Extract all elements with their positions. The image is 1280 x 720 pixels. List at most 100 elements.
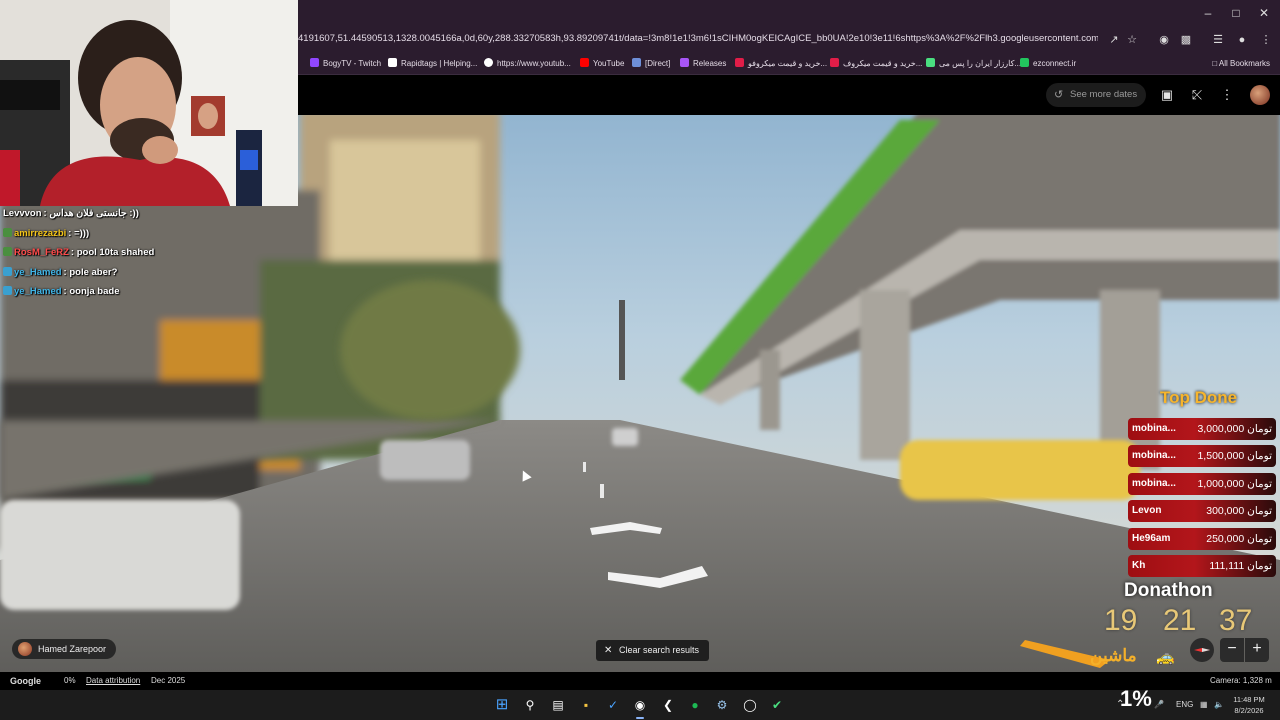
bookmark-item[interactable]: خرید و قیمت میکروفو... — [735, 57, 827, 71]
fullscreen-icon[interactable]: ▣ — [1158, 86, 1176, 104]
bookmark-favicon-icon — [388, 58, 397, 67]
more-options-icon[interactable]: ⋮ — [1218, 86, 1236, 104]
bookmark-item[interactable]: ezconnect.ir — [1020, 57, 1076, 71]
steam-icon[interactable]: ⚙ — [713, 696, 731, 714]
chat-message: amirrezazbi: =))) — [3, 224, 293, 244]
obs-icon[interactable]: ◯ — [741, 696, 759, 714]
chat-username: RosM_FeRZ — [14, 247, 69, 258]
windows-taskbar: ⊞ ⚲ ▤ ▪ ✓ ◉ ❮ ● ⚙ ◯ ✔ ⌃ 🎤 ENG ▦ 🔈 — [0, 690, 1280, 720]
minimize-button[interactable]: – — [1194, 4, 1222, 22]
bookmark-item[interactable]: BogyTV - Twitch — [310, 57, 381, 71]
donation-row: Kh 111,111 تومان — [1128, 554, 1276, 577]
car-goal-label: ماشین — [1090, 646, 1137, 665]
avatar — [18, 642, 32, 656]
bookmark-favicon-icon — [735, 58, 744, 67]
chat-text: : oonja bade — [63, 286, 120, 297]
address-bar: 4191607,51.44590513,1328.0045166a,0d,60y… — [298, 26, 1280, 53]
avatar[interactable] — [1250, 85, 1270, 105]
bookmark-favicon-icon — [926, 58, 935, 67]
donor-name: mobina... — [1132, 477, 1176, 489]
bookmark-item[interactable]: Rapidtags | Helping... — [388, 57, 477, 71]
bookmark-item[interactable]: https://www.youtub... — [484, 57, 571, 71]
chat-username: amirrezazbi — [14, 227, 67, 239]
chat-text: : =))) — [68, 227, 90, 239]
close-button[interactable]: ✕ — [1250, 4, 1278, 22]
app-icon[interactable]: ✔ — [768, 696, 786, 714]
search-icon[interactable]: ⚲ — [521, 696, 539, 714]
data-attribution-link[interactable]: Data attribution — [86, 672, 140, 690]
bookmark-favicon-icon — [632, 58, 641, 67]
donation-list: mobina... 3,000,000 تومان mobina... 1,500,… — [1128, 418, 1276, 582]
camera-altitude: Camera: 1,328 m — [1210, 676, 1272, 685]
chat-message: Levvvon: جانستی فلان هداس :)) — [3, 204, 293, 224]
chat-text: : pool 10ta shahed — [70, 247, 155, 258]
bookmark-favicon-icon — [484, 58, 493, 67]
car-icon: 🚕 — [1156, 649, 1175, 666]
donation-amount: 1,000,000 تومان — [1197, 477, 1272, 490]
imagery-date: Dec 2025 — [151, 676, 186, 685]
system-clock[interactable]: 11:48 PM 8/2/2026 — [1228, 694, 1270, 716]
bookmarks-bar: BogyTV - Twitch Rapidtags | Helping... h… — [298, 53, 1280, 75]
chrome-icon[interactable]: ◉ — [631, 696, 649, 714]
donation-row: mobina... 3,000,000 تومان — [1128, 418, 1276, 440]
volume-icon[interactable]: 🔈 — [1214, 690, 1224, 720]
folder-icon: □ — [1212, 59, 1219, 68]
task-view-icon[interactable]: ▤ — [549, 696, 567, 714]
windows-start-icon[interactable]: ⊞ — [493, 696, 511, 714]
bookmark-item[interactable]: YouTube — [580, 57, 624, 71]
share-page-icon[interactable]: ↗ — [1106, 32, 1122, 48]
donathon-timer-minutes: 21 — [1163, 604, 1197, 637]
compass-icon[interactable] — [1190, 638, 1214, 662]
active-app-indicator — [636, 717, 644, 719]
clear-search-results-button[interactable]: ✕ Clear search results — [596, 640, 710, 661]
extensions-icon[interactable]: ▩ — [1178, 32, 1194, 48]
app-icon[interactable]: ❮ — [659, 696, 677, 714]
clock-time: 11:48 PM — [1233, 695, 1265, 704]
photo-contributor-chip[interactable]: Hamed Zarepoor — [12, 639, 117, 659]
bookmark-favicon-icon — [830, 58, 839, 67]
browser-menu-icon[interactable]: ⋮ — [1258, 32, 1274, 48]
browser-title-bar: – □ ✕ — [298, 0, 1280, 26]
network-icon[interactable]: ▦ — [1200, 690, 1208, 720]
url-text[interactable]: 4191607,51.44590513,1328.0045166a,0d,60y… — [298, 33, 1098, 44]
chat-username: ye_Hamed — [14, 266, 62, 278]
zoom-in-button[interactable]: + — [1245, 638, 1269, 662]
bookmark-item[interactable]: [Direct] — [632, 57, 670, 71]
donathon-label: Donathon — [1124, 580, 1213, 601]
language-indicator[interactable]: ENG — [1176, 690, 1193, 720]
close-icon: ✕ — [604, 645, 613, 656]
bookmark-item[interactable]: خرید و قیمت میکروف... — [830, 57, 922, 71]
microphone-icon[interactable]: 🎤 — [1154, 690, 1164, 720]
see-more-dates-button[interactable]: ↺ See more dates — [1046, 83, 1146, 107]
bookmark-item[interactable]: کارزار ایران را پس می... — [926, 57, 1021, 71]
maps-top-bar: ↺ See more dates ▣ ⤪ ⋮ — [298, 75, 1280, 115]
spotify-icon[interactable]: ● — [686, 696, 704, 714]
bookmark-favicon-icon — [310, 58, 319, 67]
bookmark-favicon-icon — [680, 58, 689, 67]
stream-chat: Levvvon: جانستی فلان هداس :)) amirrezazb… — [3, 204, 293, 302]
zoom-out-button[interactable]: − — [1220, 638, 1244, 662]
maximize-button[interactable]: □ — [1222, 4, 1250, 22]
profile-icon[interactable]: ● — [1234, 32, 1250, 48]
chat-text: : جانستی فلان هداس :)) — [43, 208, 139, 219]
subscriber-badge-icon — [3, 266, 12, 276]
share-icon[interactable]: ⤪ — [1188, 86, 1206, 104]
webcam-image — [0, 0, 298, 206]
donation-amount: 300,000 تومان — [1206, 505, 1272, 518]
all-bookmarks[interactable]: □ All Bookmarks — [1212, 57, 1270, 71]
chat-text: : pole aber? — [63, 266, 118, 278]
bookmark-star-icon[interactable]: ☆ — [1124, 32, 1140, 48]
top-donations-title: Top Done — [1160, 388, 1238, 407]
cast-icon[interactable]: ☰ — [1210, 32, 1226, 48]
maps-footer: Google 0% Data attribution Dec 2025 Came… — [0, 672, 1280, 690]
webcam-feed — [0, 0, 298, 206]
bookmark-item[interactable]: Releases — [680, 57, 726, 71]
donation-row: mobina... 1,000,000 تومان — [1128, 472, 1276, 495]
chat-message: RosM_FeRZ: pool 10ta shahed — [3, 243, 293, 263]
donation-row: He96am 250,000 تومان — [1128, 527, 1276, 550]
donor-name: He96am — [1132, 532, 1171, 544]
file-explorer-icon[interactable]: ▪ — [577, 696, 595, 714]
vscode-icon[interactable]: ✓ — [604, 696, 622, 714]
extension-badge-icon[interactable]: ◉ — [1156, 32, 1172, 48]
chat-username: Levvvon — [3, 208, 42, 219]
